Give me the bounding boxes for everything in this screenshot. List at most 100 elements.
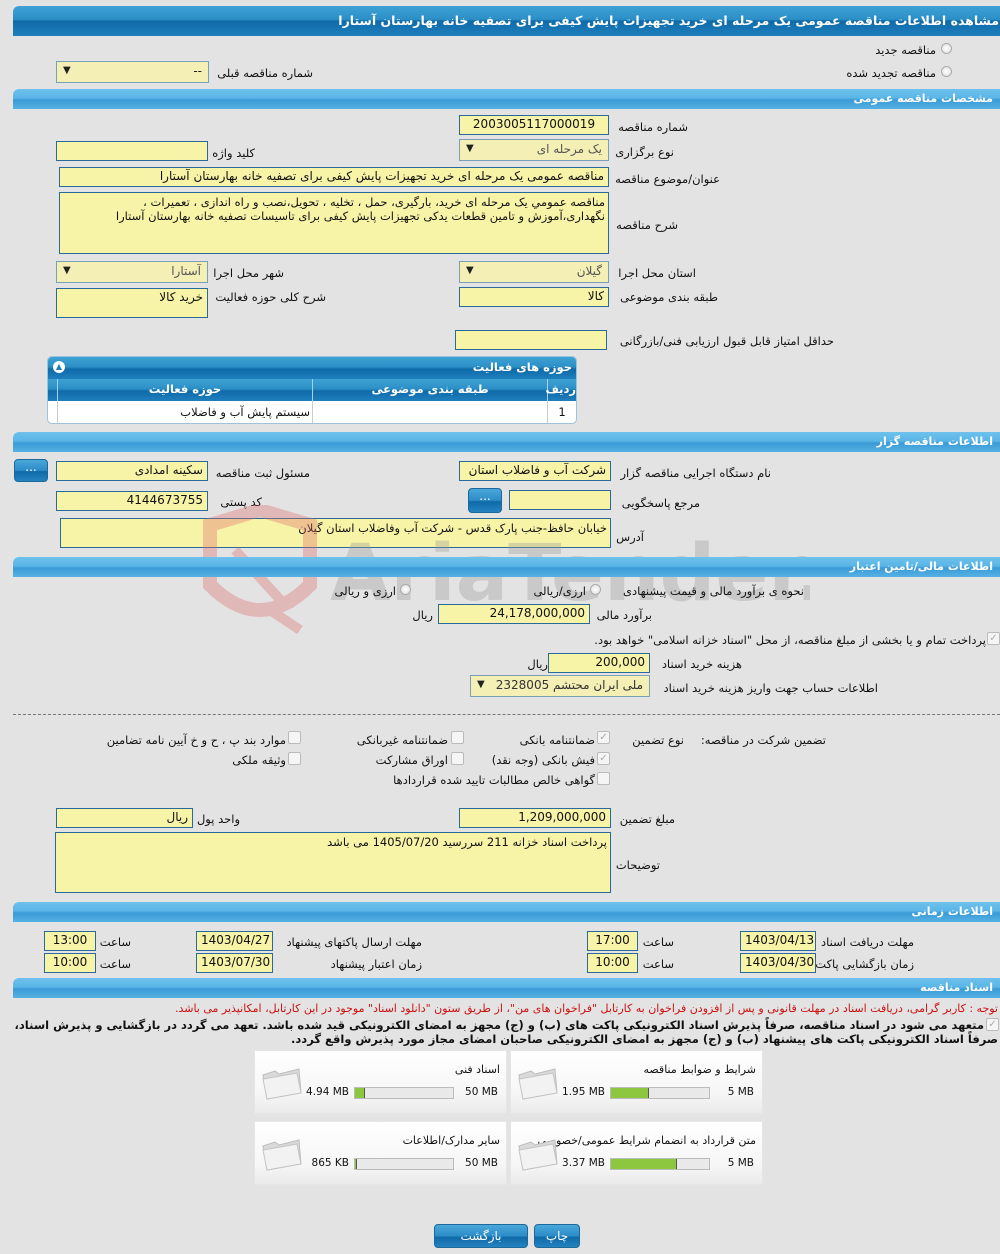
table-row: 1 سیستم پایش آب و فاضلاب: [48, 401, 576, 423]
documents-notice: توجه : کاربر گرامی، دریافت اسناد در مهلت…: [174, 1002, 998, 1015]
tender-number-field[interactable]: 2003005117000019: [459, 115, 609, 135]
checkbox-clause-items[interactable]: [288, 731, 301, 744]
notes-label: توضیحات: [615, 858, 660, 872]
category-field[interactable]: کالا: [459, 287, 609, 307]
bank-receipt-label: فیش بانکی (وجه نقد): [491, 753, 595, 767]
notes-field[interactable]: پرداخت اسناد خزانه 211 سررسید 1405/07/20…: [55, 832, 611, 893]
doc-deadline-label: مهلت دریافت اسناد: [821, 935, 914, 949]
document-card[interactable]: اسناد فنی 50 MB 4.94 MB: [254, 1050, 507, 1114]
document-max-size: 5 MB: [727, 1086, 754, 1098]
document-card[interactable]: سایر مدارک/اطلاعات 50 MB 865 KB: [254, 1121, 507, 1185]
option-rial-label: ارزی/ریالی: [533, 584, 586, 598]
print-button[interactable]: چاپ: [534, 1224, 580, 1248]
org-name-field[interactable]: شرکت آب و فاضلاب استان: [459, 461, 611, 481]
document-usage-fill: [611, 1159, 678, 1169]
reference-field[interactable]: [509, 490, 611, 510]
estimate-field[interactable]: 24,178,000,000: [438, 604, 590, 624]
document-usage-bar: [354, 1158, 454, 1170]
address-label: آدرس: [616, 530, 644, 544]
time-label: ساعت: [642, 957, 674, 971]
more-icon: ...: [479, 489, 491, 503]
nonbank-guarantee-label: ضمانتنامه غیربانکی: [356, 733, 448, 747]
commitment-checkbox[interactable]: ✓: [986, 1018, 999, 1031]
doc-fee-label: هزینه خرید اسناد: [661, 657, 742, 671]
renewed-tender-label: مناقصه تجدید شده: [846, 66, 936, 80]
doc-deadline-time[interactable]: 17:00: [587, 931, 638, 951]
document-max-size: 50 MB: [465, 1086, 498, 1098]
bonds-label: اوراق مشارکت: [375, 753, 448, 767]
validity-time[interactable]: 10:00: [44, 953, 96, 973]
opening-date[interactable]: 1403/04/30: [740, 953, 816, 973]
more-icon: ...: [25, 460, 37, 474]
document-usage-fill: [355, 1088, 365, 1098]
section-financial: اطلاعات مالی/تامین اعتبار: [13, 557, 1000, 577]
account-select[interactable]: ملی ایران محتشم 2328005 ▼: [470, 675, 650, 697]
column-header-category: طبقه بندی موضوعی: [312, 379, 547, 401]
document-title: متن قرارداد به انضمام شرایط عمومی/خصوصی: [537, 1134, 756, 1147]
registrar-field[interactable]: سکینه امدادی: [56, 461, 208, 481]
print-button-label: چاپ: [545, 1229, 569, 1243]
keyword-field[interactable]: [56, 141, 208, 161]
subject-field[interactable]: مناقصه عمومی یک مرحله ای خرید تجهیزات پا…: [59, 167, 609, 187]
guarantee-amount-field[interactable]: 1,209,000,000: [459, 808, 611, 828]
folder-icon: [518, 1068, 558, 1100]
keyword-label: کلید واژه: [212, 146, 255, 160]
min-score-field[interactable]: [455, 330, 607, 350]
description-field[interactable]: مناقصه عمومي يک مرحله ای خرید، بارگیری، …: [59, 192, 609, 254]
commitment-line-1: متعهد می شود در اسناد مناقصه، صرفاً پذیر…: [14, 1018, 984, 1032]
checkbox-property-collateral[interactable]: [288, 752, 301, 765]
province-label: استان محل اجرا: [618, 266, 696, 280]
radio-rial[interactable]: [590, 584, 601, 595]
address-field[interactable]: خیابان حافظ-جنب پارک قدس - شرکت آب وفاضل…: [60, 518, 611, 548]
activity-scope-field[interactable]: خرید کالا: [56, 288, 208, 318]
chevron-down-icon: ▼: [466, 265, 474, 276]
description-label: شرح مناقصه: [616, 218, 678, 232]
checkbox-bank-receipt[interactable]: ✓: [597, 752, 610, 765]
province-select[interactable]: گیلان ▼: [459, 261, 609, 283]
radio-new-tender[interactable]: [941, 43, 952, 54]
checkbox-nonbank-guarantee[interactable]: [451, 731, 464, 744]
validity-date[interactable]: 1403/07/30: [196, 953, 273, 973]
document-card[interactable]: شرایط و ضوابط مناقصه 5 MB 1.95 MB: [510, 1050, 763, 1114]
submit-deadline-date[interactable]: 1403/04/27: [196, 931, 273, 951]
column-header-row: ردیف: [545, 379, 576, 401]
collapse-icon[interactable]: ▲: [53, 361, 65, 373]
doc-fee-field[interactable]: 200,000: [548, 653, 650, 673]
opening-time[interactable]: 10:00: [587, 953, 638, 973]
cell-activity: سیستم پایش آب و فاضلاب: [57, 401, 312, 423]
holding-type-label: نوع برگزاری: [615, 145, 674, 159]
section-organizer-title: اطلاعات مناقصه گزار: [876, 435, 993, 448]
reference-lookup-button[interactable]: ...: [468, 488, 502, 513]
document-usage-fill: [355, 1159, 357, 1169]
postal-code-field[interactable]: 4144673755: [56, 491, 208, 511]
radio-fx-rial[interactable]: [400, 584, 411, 595]
currency-unit-field[interactable]: ریال: [56, 808, 193, 828]
checkbox-net-claims[interactable]: [597, 772, 610, 785]
checkbox-bonds[interactable]: [451, 752, 464, 765]
registrar-lookup-button[interactable]: ...: [14, 459, 48, 482]
document-card[interactable]: متن قرارداد به انضمام شرایط عمومی/خصوصی 5…: [510, 1121, 763, 1185]
previous-number-label: شماره مناقصه قبلی: [217, 66, 313, 80]
guarantee-type-label: نوع تضمین: [632, 733, 684, 747]
city-select[interactable]: آستارا ▼: [56, 261, 208, 283]
folder-icon: [262, 1068, 302, 1100]
document-title: شرایط و ضوابط مناقصه: [643, 1063, 757, 1076]
holding-type-select[interactable]: یک مرحله ای ▼: [459, 139, 609, 161]
folder-icon: [262, 1139, 302, 1171]
treasury-checkbox[interactable]: ✓: [987, 632, 1000, 645]
currency-unit-label: واحد پول: [196, 812, 240, 826]
time-label: ساعت: [99, 935, 131, 949]
previous-number-select[interactable]: -- ▼: [56, 61, 209, 83]
category-label: طبقه بندی موضوعی: [620, 290, 718, 304]
page-title: مشاهده اطلاعات مناقصه عمومی یک مرحله ای …: [13, 6, 1000, 36]
doc-deadline-date[interactable]: 1403/04/13: [740, 931, 816, 951]
checkbox-bank-guarantee[interactable]: ✓: [597, 731, 610, 744]
opening-label: زمان بازگشایی پاکت ها: [802, 957, 914, 971]
activity-scope-label: شرح کلی حوزه فعالیت: [215, 290, 326, 304]
time-label: ساعت: [642, 935, 674, 949]
document-used-size: 865 KB: [311, 1157, 349, 1169]
submit-deadline-time[interactable]: 13:00: [44, 931, 96, 951]
document-max-size: 5 MB: [727, 1157, 754, 1169]
back-button[interactable]: بازگشت: [434, 1224, 528, 1248]
radio-renewed-tender[interactable]: [941, 66, 952, 77]
